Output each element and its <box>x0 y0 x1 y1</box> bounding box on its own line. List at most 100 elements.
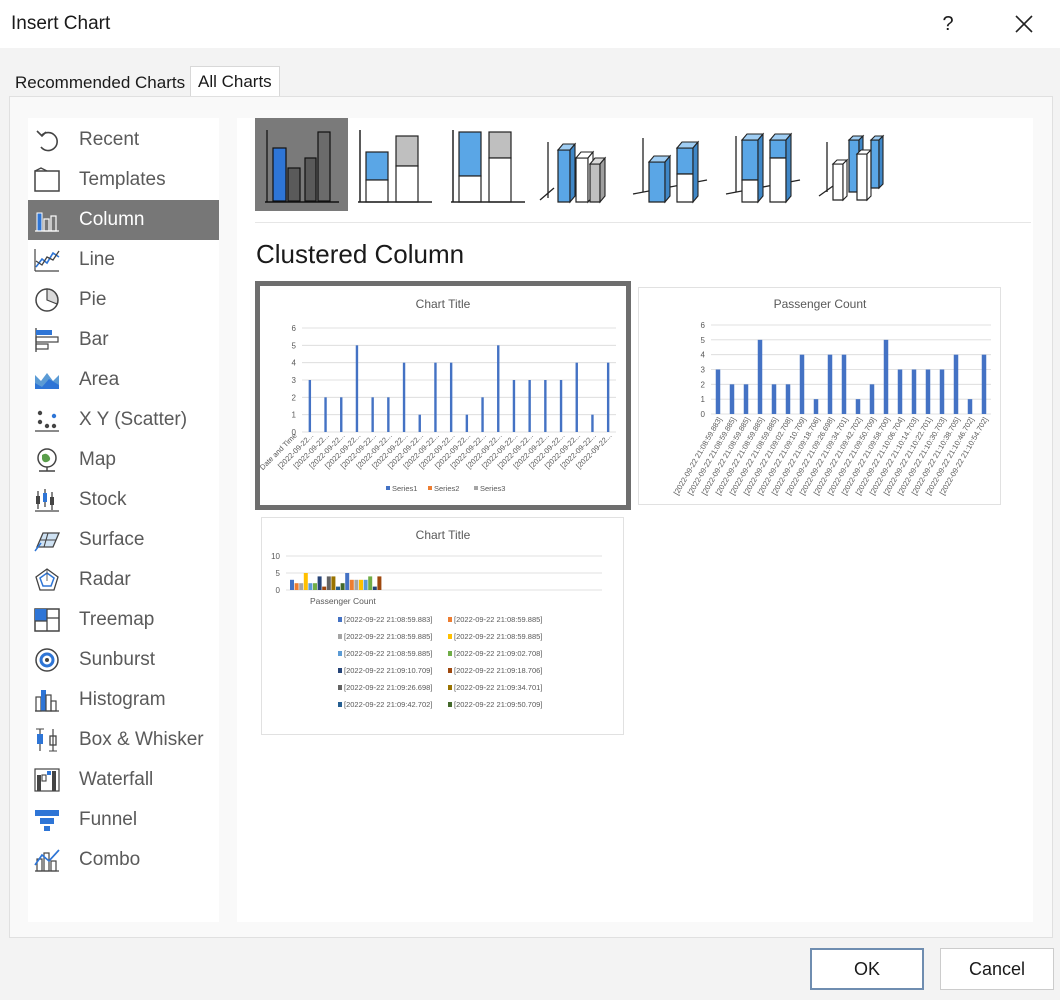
close-button[interactable] <box>1004 6 1042 42</box>
preview-2-x-axis: [2022-09-22 21:08:59.883][2022-09-22 21:… <box>672 416 990 497</box>
p1-y-tick-label: 2 <box>292 393 297 402</box>
p2-bar <box>855 399 861 414</box>
p2-y-tick-label: 2 <box>701 380 706 389</box>
p3-bar <box>317 576 322 590</box>
subtype-3d-100-stacked-column[interactable] <box>720 118 813 211</box>
chart-type-sunburst[interactable]: Sunburst <box>28 640 219 680</box>
p3-legend-label: [2022-09-22 21:08:59.885] <box>454 632 542 641</box>
subtype-100-stacked-column[interactable] <box>441 118 534 211</box>
p1-bar <box>340 397 343 432</box>
tab-all-charts[interactable]: All Charts <box>190 66 280 97</box>
3d-clustered-column-icon <box>539 142 607 204</box>
p1-bar <box>591 414 594 432</box>
p3-bar <box>363 579 368 590</box>
preview-3-chart: Chart Title 0 5 10 Passenger Count [2022-0… <box>271 528 602 709</box>
p3-legend-swatch <box>448 617 452 622</box>
chart-type-box-whisker[interactable]: Box & Whisker <box>28 720 219 760</box>
p1-bar <box>497 345 500 432</box>
close-icon <box>1015 15 1033 33</box>
chart-type-pie[interactable]: Pie <box>28 280 219 320</box>
chart-type-stock[interactable]: Stock <box>28 480 219 520</box>
p2-bar <box>799 354 805 414</box>
p2-bar <box>757 339 763 414</box>
p3-legend-label: [2022-09-22 21:09:42.702] <box>344 700 432 709</box>
chart-type-map[interactable]: Map <box>28 440 219 480</box>
subtype-3d-clustered-column[interactable] <box>534 118 627 211</box>
preview-1-y-axis: 0123456 <box>292 324 297 437</box>
chart-type-radar[interactable]: Radar <box>28 560 219 600</box>
chart-type-recent[interactable]: Recent <box>28 120 219 160</box>
pie-chart-icon <box>35 288 59 312</box>
chart-type-treemap[interactable]: Treemap <box>28 600 219 640</box>
3d-stacked-100-column-icon <box>725 132 801 204</box>
p3-legend-swatch <box>338 634 342 639</box>
preview-3-legend: [2022-09-22 21:08:59.883] [2022-09-22 21:… <box>338 615 542 709</box>
chart-type-templates[interactable]: Templates <box>28 160 219 200</box>
stacked-100-column-icon <box>451 130 525 203</box>
p2-bar <box>981 354 987 414</box>
line-chart-icon <box>34 249 60 272</box>
p3-bar <box>290 579 294 590</box>
3d-column-icon <box>818 134 885 202</box>
chart-type-list: Recent Templates Column Line Pie Bar Are… <box>28 118 219 922</box>
p3-bar <box>313 583 317 590</box>
p2-y-tick-label: 6 <box>701 321 706 330</box>
bar-chart-icon <box>35 328 59 352</box>
p2-bar <box>953 354 959 414</box>
p1-legend-label: Series1 <box>392 484 417 493</box>
p2-bar <box>771 384 777 414</box>
chart-type-column[interactable]: Column <box>28 200 219 240</box>
p3-legend-label: [2022-09-22 21:09:02.708] <box>454 649 542 658</box>
preview-chart-3[interactable]: Chart Title 0 5 10 Passenger Count [2022-0… <box>261 517 624 735</box>
chart-type-funnel[interactable]: Funnel <box>28 800 219 840</box>
p2-bar <box>785 384 791 414</box>
p1-y-tick-label: 4 <box>292 359 297 368</box>
p2-bar <box>729 384 735 414</box>
p3-bar <box>294 583 299 590</box>
p2-y-tick-label: 4 <box>701 351 706 360</box>
subtype-3d-column[interactable] <box>813 118 906 211</box>
chart-type-combo[interactable]: Combo <box>28 840 219 880</box>
p1-bar <box>528 380 531 432</box>
tab-recommended-charts[interactable]: Recommended Charts <box>10 69 190 97</box>
chart-type-area[interactable]: Area <box>28 360 219 400</box>
3d-stacked-column-icon <box>632 138 708 204</box>
waterfall-chart-icon <box>34 768 60 792</box>
chart-type-scatter[interactable]: X Y (Scatter) <box>28 400 219 440</box>
stock-chart-icon <box>35 489 59 512</box>
p3-legend-label: [2022-09-22 21:08:59.885] <box>344 632 432 641</box>
chart-type-waterfall[interactable]: Waterfall <box>28 760 219 800</box>
p1-y-tick-label: 6 <box>292 324 297 333</box>
subtype-3d-stacked-column[interactable] <box>627 118 720 211</box>
column-subtype-gallery <box>255 118 911 212</box>
p2-y-tick-label: 5 <box>701 336 706 345</box>
p1-bar <box>449 362 453 432</box>
preview-chart-1[interactable]: Chart Title 0123456 Date and Time [2022-0… <box>255 281 631 510</box>
ok-button[interactable]: OK <box>810 948 924 990</box>
subtype-stacked-column[interactable] <box>348 118 441 211</box>
p3-bar <box>308 583 313 590</box>
help-button[interactable]: ? <box>930 8 966 40</box>
preview-chart-2[interactable]: Passenger Count 0 1 2 3 4 5 6 [2022-09-22 21:0… <box>638 287 1001 505</box>
p3-legend-swatch <box>338 685 342 690</box>
p1-y-tick-label: 5 <box>292 341 297 350</box>
subtype-clustered-column[interactable] <box>255 118 348 211</box>
map-chart-icon <box>37 448 57 472</box>
p3-legend-swatch <box>338 668 342 673</box>
cancel-button[interactable]: Cancel <box>940 948 1054 990</box>
preview-3-bars <box>290 573 382 590</box>
p3-legend-label: [2022-09-22 21:08:59.883] <box>344 615 432 624</box>
subtype-heading: Clustered Column <box>256 239 465 269</box>
chart-type-bar[interactable]: Bar <box>28 320 219 360</box>
chart-type-line[interactable]: Line <box>28 240 219 280</box>
p2-bar <box>869 384 875 414</box>
p3-legend-label: [2022-09-22 21:08:59.885] <box>454 615 542 624</box>
chart-type-histogram[interactable]: Histogram <box>28 680 219 720</box>
p3-legend-swatch <box>448 668 452 673</box>
preview-1-legend: Series1 Series2 Series3 <box>386 484 505 493</box>
p3-y-tick-label: 0 <box>276 586 281 595</box>
p3-bar <box>377 576 382 590</box>
chart-type-surface[interactable]: Surface <box>28 520 219 560</box>
preview-3-title: Chart Title <box>416 528 471 542</box>
box-whisker-chart-icon <box>36 728 57 752</box>
